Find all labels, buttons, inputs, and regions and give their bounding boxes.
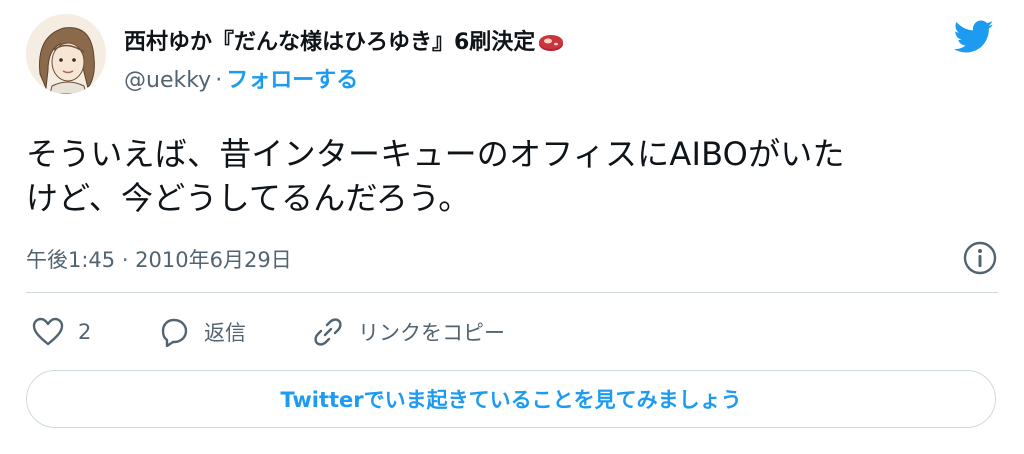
- tweet-timestamp[interactable]: 午後1:45 · 2010年6月29日: [26, 244, 292, 274]
- divider: [26, 292, 998, 293]
- like-count: 2: [78, 320, 92, 344]
- reply-button[interactable]: 返信: [158, 312, 246, 352]
- twitter-bird-icon[interactable]: [954, 20, 994, 54]
- link-icon: [314, 318, 342, 346]
- heart-icon: [32, 317, 64, 346]
- steak-emoji-icon: [539, 35, 564, 51]
- separator-dot: ·: [215, 68, 223, 93]
- tweet-text-line: そういえば、昔インターキューのオフィスにAIBOがいた: [26, 135, 845, 173]
- author-name-row[interactable]: 西村ゆか『だんな様はひろゆき』6刷決定: [124, 24, 565, 56]
- reply-icon: [161, 318, 188, 347]
- reply-label: 返信: [204, 321, 246, 345]
- tweet-text: そういえば、昔インターキューのオフィスにAIBOがいた けど、今どうしてるんだろ…: [26, 132, 996, 220]
- author-handle[interactable]: @uekky: [124, 68, 211, 93]
- handle-row: @uekky · フォローする: [124, 62, 358, 94]
- tweet-text-line: けど、今どうしてるんだろう。: [26, 179, 471, 217]
- author-name[interactable]: 西村ゆか『だんな様はひろゆき』6刷決定: [124, 30, 535, 55]
- info-icon[interactable]: [962, 240, 998, 276]
- copy-link-button[interactable]: リンクをコピー: [312, 312, 505, 352]
- follow-button[interactable]: フォローする: [226, 68, 358, 93]
- see-whats-happening-button[interactable]: Twitterでいま起きていることを見てみましょう: [26, 370, 996, 428]
- copy-link-label: リンクをコピー: [358, 321, 505, 345]
- like-button[interactable]: 2: [32, 312, 91, 352]
- avatar-illustration: [26, 14, 106, 94]
- avatar[interactable]: [26, 14, 106, 94]
